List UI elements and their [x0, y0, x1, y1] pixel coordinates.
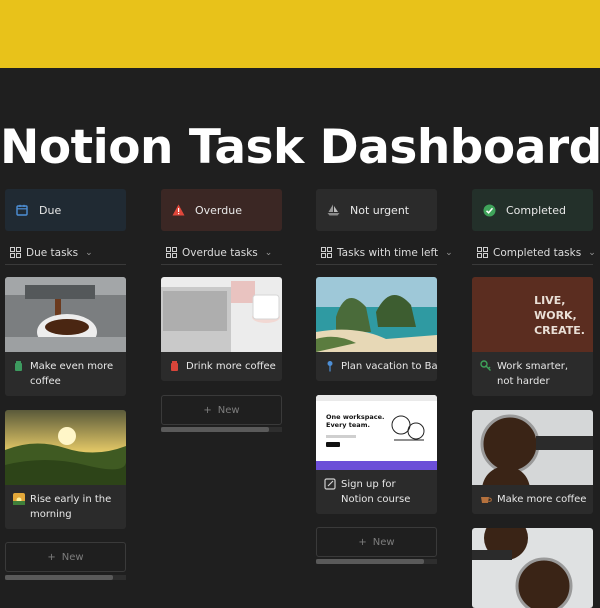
coffee-machine-cover: [5, 277, 126, 352]
status-label: Overdue: [195, 203, 242, 217]
chevron-down-icon: ⌄: [85, 247, 93, 258]
view-selector-due[interactable]: Due tasks ⌄: [5, 241, 126, 265]
plus-icon: +: [47, 551, 56, 563]
scrollbar-thumb[interactable]: [5, 575, 113, 580]
view-label: Overdue tasks: [182, 246, 258, 259]
svg-text:One workspace.: One workspace.: [326, 413, 384, 421]
chevron-down-icon: ⌄: [264, 247, 273, 258]
column-due: Due Due tasks ⌄ Make even more coffee Ri…: [5, 189, 126, 580]
task-card[interactable]: Make more coffee: [472, 410, 593, 514]
sunrise-icon: [13, 493, 25, 505]
card-title: Plan vacation to Bali: [341, 361, 437, 372]
card-title: Make more coffee: [497, 494, 587, 505]
coffee-cup-icon: [480, 493, 492, 505]
new-card-button[interactable]: + New: [161, 395, 282, 425]
card-title: Drink more coffee: [186, 361, 276, 372]
task-card[interactable]: LIVE, WORK, CREATE. Work smarter, not ha…: [472, 277, 593, 396]
status-header-overdue[interactable]: Overdue: [161, 189, 282, 231]
task-card[interactable]: [472, 528, 593, 608]
status-label: Completed: [506, 203, 566, 217]
view-selector-overdue[interactable]: Overdue tasks ⌄: [161, 241, 282, 265]
status-header-not-urgent[interactable]: Not urgent: [316, 189, 437, 231]
card-title: Rise early in the morning: [30, 494, 112, 520]
new-card-button[interactable]: + New: [316, 527, 437, 557]
coffee-cup-icon: [169, 360, 181, 372]
view-label: Completed tasks: [493, 246, 582, 259]
beach-cliffs-cover: [316, 277, 437, 352]
chevron-down-icon: ⌄: [588, 247, 596, 258]
svg-text:Every team.: Every team.: [326, 421, 370, 429]
column-overdue: Overdue Overdue tasks ⌄ Drink more coffe…: [161, 189, 282, 432]
card-title: Sign up for Notion course: [341, 479, 411, 505]
coffee-beans-cover: [472, 410, 593, 485]
card-title: Make even more coffee: [30, 361, 114, 387]
warning-icon: [171, 203, 185, 217]
card-title: Work smarter, not harder: [497, 361, 569, 387]
notion-website-cover: One workspace. Every team.: [316, 395, 437, 470]
coffee-cup-icon: [13, 360, 25, 372]
plus-icon: +: [203, 404, 212, 416]
cover-lettering: LIVE, WORK, CREATE.: [534, 294, 585, 337]
task-card[interactable]: Make even more coffee: [5, 277, 126, 396]
gallery-icon: [166, 247, 177, 258]
coffee-beans-cover: [472, 528, 593, 608]
new-card-button[interactable]: + New: [5, 542, 126, 572]
live-work-create-cover: LIVE, WORK, CREATE.: [472, 277, 593, 352]
status-header-due[interactable]: Due: [5, 189, 126, 231]
status-label: Not urgent: [350, 203, 410, 217]
view-selector-completed[interactable]: Completed tasks ⌄: [472, 241, 596, 265]
status-header-completed[interactable]: Completed: [472, 189, 593, 231]
gallery-icon: [321, 247, 332, 258]
task-card[interactable]: Drink more coffee: [161, 277, 282, 381]
yellow-banner: [0, 0, 600, 68]
column-not-urgent: Not urgent Tasks with time left ⌄ Plan v…: [316, 189, 453, 564]
view-selector-not-urgent[interactable]: Tasks with time left ⌄: [316, 241, 453, 265]
task-card[interactable]: One workspace. Every team. Sign up for No…: [316, 395, 437, 514]
task-card[interactable]: Plan vacation to Bali: [316, 277, 437, 381]
task-card[interactable]: Rise early in the morning: [5, 410, 126, 529]
view-label: Tasks with time left: [337, 246, 439, 259]
gallery-icon: [477, 247, 488, 258]
pin-icon: [324, 360, 336, 372]
checkmark-circle-icon: [482, 203, 496, 217]
gallery-icon: [10, 247, 21, 258]
calendar-icon: [15, 203, 29, 217]
view-label: Due tasks: [26, 246, 79, 259]
key-icon: [480, 360, 492, 372]
status-label: Due: [39, 203, 62, 217]
edit-checkbox-icon: [324, 478, 336, 490]
chevron-down-icon: ⌄: [445, 247, 453, 258]
column-completed: Completed Completed tasks ⌄ LIVE, WORK, …: [472, 189, 596, 608]
plus-icon: +: [358, 536, 367, 548]
sunrise-landscape-cover: [5, 410, 126, 485]
scrollbar-thumb[interactable]: [161, 427, 269, 432]
scrollbar-thumb[interactable]: [316, 559, 424, 564]
laptop-desk-cover: [161, 277, 282, 352]
page-title: Notion Task Dashboard: [0, 120, 600, 175]
sailboat-icon: [326, 203, 340, 217]
